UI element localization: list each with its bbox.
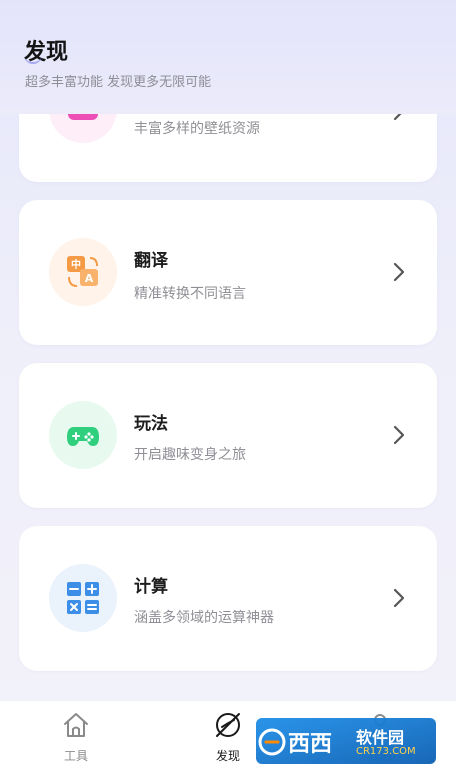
translate-icon: 中 A: [67, 256, 98, 287]
translate-icon-circle: 中 A: [49, 238, 117, 306]
home-icon: [64, 713, 88, 737]
calculator-icon: [67, 582, 99, 614]
compass-icon: [216, 713, 240, 737]
watermark-text: 软件园: [356, 728, 405, 747]
card-description: 涵盖多领域的运算神器: [134, 610, 274, 626]
card-description: 开启趣味变身之旅: [134, 447, 246, 463]
feature-card-gameplay[interactable]: 玩法 开启趣味变身之旅: [19, 363, 437, 508]
tab-tools[interactable]: 工具: [36, 701, 116, 773]
gamepad-icon: [67, 427, 99, 446]
page-header: 发现 超多丰富功能 发现更多无限可能: [0, 0, 456, 114]
card-title: 计算: [134, 577, 168, 597]
tab-label: 工具: [63, 749, 88, 763]
card-description: 丰富多样的壁纸资源: [134, 121, 260, 137]
chevron-right-icon: [393, 262, 405, 282]
watermark-brand: 西西: [288, 732, 333, 757]
chevron-right-icon: [393, 425, 405, 445]
watermark-logo: 西西 软件园 CR173.COM: [256, 716, 436, 766]
card-title: 玩法: [134, 414, 168, 434]
feature-card-calculator[interactable]: 计算 涵盖多领域的运算神器: [19, 526, 437, 671]
calculator-icon-circle: [49, 564, 117, 632]
card-title: 翻译: [134, 251, 168, 271]
watermark-url: CR173.COM: [356, 746, 416, 757]
chevron-right-icon: [393, 588, 405, 608]
page-subtitle: 超多丰富功能 发现更多无限可能: [25, 75, 212, 90]
svg-text:A: A: [85, 272, 94, 285]
feature-card-translate[interactable]: 中 A 翻译 精准转换不同语言: [19, 200, 437, 345]
watermark-logo-icon: [256, 718, 436, 764]
svg-text:中: 中: [71, 258, 81, 271]
gamepad-icon-circle: [49, 401, 117, 469]
card-description: 精准转换不同语言: [134, 286, 246, 302]
